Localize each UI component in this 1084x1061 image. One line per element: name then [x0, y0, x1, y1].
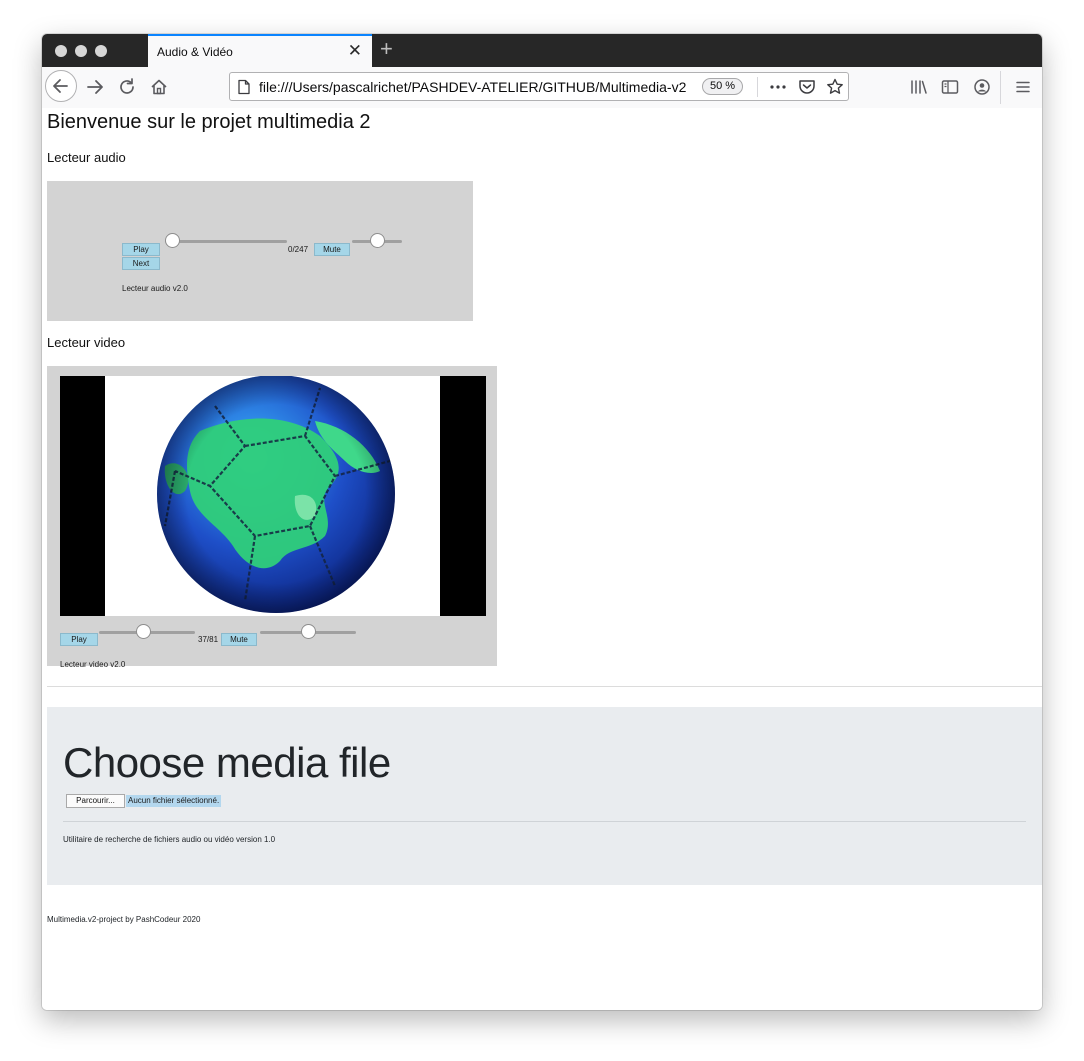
bookmark-star-icon[interactable]: [825, 77, 845, 97]
media-chooser-panel: Choose media file Parcourir... Aucun fic…: [47, 707, 1042, 885]
home-icon[interactable]: [147, 75, 171, 99]
audio-volume-knob[interactable]: [370, 233, 385, 248]
video-heading: Lecteur video: [47, 335, 126, 350]
video-caption: Lecteur video v2.0: [60, 660, 126, 669]
pocket-icon[interactable]: [797, 77, 817, 97]
tab-close-icon[interactable]: ✕: [348, 42, 362, 59]
account-icon[interactable]: [970, 75, 994, 99]
browser-window: Audio & Vidéo ✕ + file:///Users/pascalri…: [42, 34, 1042, 1010]
video-display[interactable]: [60, 376, 486, 616]
menu-icon[interactable]: [1011, 75, 1035, 99]
maximize-window-button[interactable]: [95, 45, 107, 57]
chooser-title: Choose media file: [63, 739, 391, 786]
audio-mute-button[interactable]: Mute: [314, 243, 350, 256]
back-icon: [53, 79, 68, 93]
audio-play-button[interactable]: Play: [122, 243, 160, 256]
reload-icon[interactable]: [115, 75, 139, 99]
tab-strip: Audio & Vidéo ✕ +: [42, 34, 1042, 67]
forward-icon[interactable]: [83, 75, 107, 99]
page-content: Bienvenue sur le projet multimedia 2 Lec…: [42, 108, 1042, 1010]
audio-next-button[interactable]: Next: [122, 257, 160, 270]
toolbar-separator: [1000, 71, 1001, 104]
chooser-note: Utilitaire de recherche de fichiers audi…: [63, 835, 276, 844]
chooser-divider: [63, 821, 1026, 822]
audio-time: 0/247: [288, 245, 309, 254]
library-icon[interactable]: [907, 75, 931, 99]
url-text[interactable]: file:///Users/pascalrichet/PASHDEV-ATELI…: [259, 79, 691, 95]
video-volume-knob[interactable]: [301, 624, 316, 639]
video-player: Play 37/81 Mute Lecteur video v2.0: [47, 366, 497, 669]
page-icon: [238, 79, 250, 95]
audio-progress-slider[interactable]: [165, 233, 287, 249]
page-title: Bienvenue sur le projet multimedia 2: [47, 111, 371, 133]
globe-ball-image: [157, 376, 395, 613]
audio-caption: Lecteur audio v2.0: [122, 284, 188, 293]
video-volume-slider[interactable]: [260, 624, 356, 640]
audio-volume-slider[interactable]: [352, 233, 402, 249]
navigation-toolbar: file:///Users/pascalrichet/PASHDEV-ATELI…: [42, 67, 1042, 109]
video-frame-image: [105, 376, 440, 616]
video-time: 37/81: [198, 635, 219, 644]
sidebar-icon[interactable]: [938, 75, 962, 99]
url-separator: [757, 77, 758, 97]
divider: [47, 686, 1042, 687]
video-mute-button[interactable]: Mute: [221, 633, 257, 646]
audio-heading: Lecteur audio: [47, 150, 126, 165]
address-bar[interactable]: file:///Users/pascalrichet/PASHDEV-ATELI…: [229, 72, 849, 101]
tab-title: Audio & Vidéo: [157, 45, 233, 59]
video-progress-slider[interactable]: [99, 624, 195, 640]
browse-button[interactable]: Parcourir...: [66, 794, 125, 808]
more-icon[interactable]: [767, 78, 789, 96]
audio-player: Play Next 0/247 Mute Lecteur audio v2.0: [47, 181, 473, 321]
back-button[interactable]: [45, 70, 77, 102]
file-status: Aucun fichier sélectionné.: [126, 795, 222, 807]
minimize-window-button[interactable]: [75, 45, 87, 57]
tab-audio-video[interactable]: Audio & Vidéo ✕: [148, 34, 372, 67]
zoom-level-badge[interactable]: 50 %: [702, 78, 744, 95]
video-play-button[interactable]: Play: [60, 633, 98, 646]
new-tab-icon[interactable]: +: [380, 38, 393, 60]
close-window-button[interactable]: [55, 45, 67, 57]
video-progress-knob[interactable]: [136, 624, 151, 639]
audio-progress-track: [165, 240, 287, 243]
audio-progress-knob[interactable]: [165, 233, 180, 248]
footer: Multimedia.v2-project by PashCodeur 2020: [47, 915, 201, 924]
